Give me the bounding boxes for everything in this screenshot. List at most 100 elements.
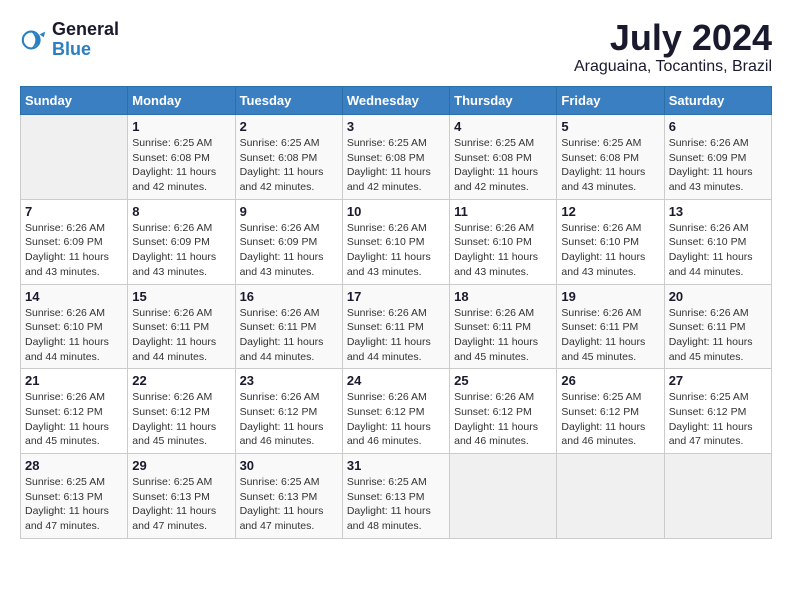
- calendar-body: 1Sunrise: 6:25 AM Sunset: 6:08 PM Daylig…: [21, 115, 772, 539]
- day-info: Sunrise: 6:25 AM Sunset: 6:08 PM Dayligh…: [132, 136, 230, 195]
- day-number: 4: [454, 119, 552, 134]
- day-number: 10: [347, 204, 445, 219]
- day-number: 17: [347, 289, 445, 304]
- day-info: Sunrise: 6:25 AM Sunset: 6:08 PM Dayligh…: [561, 136, 659, 195]
- calendar-cell: 21 Sunrise: 6:26 AM Sunset: 6:12 PM Dayli…: [21, 369, 128, 454]
- calendar-cell: 11Sunrise: 6:26 AM Sunset: 6:10 PM Dayli…: [450, 199, 557, 284]
- day-number: 8: [132, 204, 230, 219]
- calendar-cell: 3 Sunrise: 6:25 AM Sunset: 6:08 PM Daylig…: [342, 115, 449, 200]
- day-info: Sunrise: 6:26 AM Sunset: 6:12 PM Dayligh…: [454, 390, 552, 449]
- calendar-cell: 16 Sunrise: 6:26 AM Sunset: 6:11 PM Dayli…: [235, 284, 342, 369]
- day-info: Sunrise: 6:26 AM Sunset: 6:11 PM Dayligh…: [132, 306, 230, 365]
- calendar-cell: 6 Sunrise: 6:26 AM Sunset: 6:09 PM Daylig…: [664, 115, 771, 200]
- day-info: Sunrise: 6:26 AM Sunset: 6:10 PM Dayligh…: [25, 306, 123, 365]
- header-cell-saturday: Saturday: [664, 87, 771, 115]
- day-number: 21: [25, 373, 123, 388]
- logo: General Blue: [20, 20, 119, 60]
- day-number: 24: [347, 373, 445, 388]
- day-info: Sunrise: 6:26 AM Sunset: 6:11 PM Dayligh…: [561, 306, 659, 365]
- day-number: 14: [25, 289, 123, 304]
- day-info: Sunrise: 6:25 AM Sunset: 6:08 PM Dayligh…: [347, 136, 445, 195]
- calendar-cell: 14 Sunrise: 6:26 AM Sunset: 6:10 PM Dayli…: [21, 284, 128, 369]
- day-info: Sunrise: 6:26 AM Sunset: 6:11 PM Dayligh…: [454, 306, 552, 365]
- calendar-cell: 4 Sunrise: 6:25 AM Sunset: 6:08 PM Daylig…: [450, 115, 557, 200]
- day-number: 5: [561, 119, 659, 134]
- calendar-cell: 22Sunrise: 6:26 AM Sunset: 6:12 PM Dayli…: [128, 369, 235, 454]
- calendar-cell: [664, 454, 771, 539]
- header-cell-friday: Friday: [557, 87, 664, 115]
- calendar-cell: 30 Sunrise: 6:25 AM Sunset: 6:13 PM Dayli…: [235, 454, 342, 539]
- day-number: 9: [240, 204, 338, 219]
- day-info: Sunrise: 6:26 AM Sunset: 6:12 PM Dayligh…: [347, 390, 445, 449]
- day-info: Sunrise: 6:25 AM Sunset: 6:08 PM Dayligh…: [454, 136, 552, 195]
- header-row: SundayMondayTuesdayWednesdayThursdayFrid…: [21, 87, 772, 115]
- week-row-2: 7 Sunrise: 6:26 AM Sunset: 6:09 PM Daylig…: [21, 199, 772, 284]
- calendar-cell: 18Sunrise: 6:26 AM Sunset: 6:11 PM Dayli…: [450, 284, 557, 369]
- day-info: Sunrise: 6:26 AM Sunset: 6:09 PM Dayligh…: [25, 221, 123, 280]
- day-info: Sunrise: 6:26 AM Sunset: 6:10 PM Dayligh…: [669, 221, 767, 280]
- calendar-cell: [450, 454, 557, 539]
- calendar-cell: 24 Sunrise: 6:26 AM Sunset: 6:12 PM Dayli…: [342, 369, 449, 454]
- day-number: 26: [561, 373, 659, 388]
- day-number: 30: [240, 458, 338, 473]
- calendar-cell: 17 Sunrise: 6:26 AM Sunset: 6:11 PM Dayli…: [342, 284, 449, 369]
- calendar-cell: 8 Sunrise: 6:26 AM Sunset: 6:09 PM Daylig…: [128, 199, 235, 284]
- day-number: 11: [454, 204, 552, 219]
- calendar-cell: 29 Sunrise: 6:25 AM Sunset: 6:13 PM Dayli…: [128, 454, 235, 539]
- day-info: Sunrise: 6:26 AM Sunset: 6:09 PM Dayligh…: [132, 221, 230, 280]
- day-number: 6: [669, 119, 767, 134]
- day-number: 13: [669, 204, 767, 219]
- day-info: Sunrise: 6:26 AM Sunset: 6:09 PM Dayligh…: [669, 136, 767, 195]
- day-info: Sunrise: 6:25 AM Sunset: 6:13 PM Dayligh…: [132, 475, 230, 534]
- day-number: 23: [240, 373, 338, 388]
- calendar-cell: 13 Sunrise: 6:26 AM Sunset: 6:10 PM Dayli…: [664, 199, 771, 284]
- calendar-cell: 7 Sunrise: 6:26 AM Sunset: 6:09 PM Daylig…: [21, 199, 128, 284]
- day-info: Sunrise: 6:25 AM Sunset: 6:13 PM Dayligh…: [347, 475, 445, 534]
- week-row-5: 28 Sunrise: 6:25 AM Sunset: 6:13 PM Dayli…: [21, 454, 772, 539]
- header-cell-monday: Monday: [128, 87, 235, 115]
- day-number: 22: [132, 373, 230, 388]
- week-row-1: 1Sunrise: 6:25 AM Sunset: 6:08 PM Daylig…: [21, 115, 772, 200]
- day-number: 19: [561, 289, 659, 304]
- logo-text: General Blue: [52, 20, 119, 60]
- day-info: Sunrise: 6:26 AM Sunset: 6:11 PM Dayligh…: [347, 306, 445, 365]
- day-info: Sunrise: 6:25 AM Sunset: 6:13 PM Dayligh…: [240, 475, 338, 534]
- title-block: July 2024 Araguaina, Tocantins, Brazil: [574, 20, 772, 76]
- calendar-cell: 31 Sunrise: 6:25 AM Sunset: 6:13 PM Dayli…: [342, 454, 449, 539]
- calendar-cell: 9Sunrise: 6:26 AM Sunset: 6:09 PM Daylig…: [235, 199, 342, 284]
- calendar-cell: 12Sunrise: 6:26 AM Sunset: 6:10 PM Dayli…: [557, 199, 664, 284]
- day-number: 7: [25, 204, 123, 219]
- day-info: Sunrise: 6:26 AM Sunset: 6:11 PM Dayligh…: [240, 306, 338, 365]
- logo-icon: [20, 26, 48, 54]
- page-header: General Blue July 2024 Araguaina, Tocant…: [20, 20, 772, 76]
- calendar-table: SundayMondayTuesdayWednesdayThursdayFrid…: [20, 86, 772, 539]
- calendar-cell: [557, 454, 664, 539]
- day-info: Sunrise: 6:26 AM Sunset: 6:11 PM Dayligh…: [669, 306, 767, 365]
- day-number: 16: [240, 289, 338, 304]
- week-row-3: 14 Sunrise: 6:26 AM Sunset: 6:10 PM Dayli…: [21, 284, 772, 369]
- day-info: Sunrise: 6:25 AM Sunset: 6:08 PM Dayligh…: [240, 136, 338, 195]
- day-number: 20: [669, 289, 767, 304]
- day-number: 31: [347, 458, 445, 473]
- header-cell-sunday: Sunday: [21, 87, 128, 115]
- day-info: Sunrise: 6:26 AM Sunset: 6:12 PM Dayligh…: [25, 390, 123, 449]
- header-cell-thursday: Thursday: [450, 87, 557, 115]
- day-number: 29: [132, 458, 230, 473]
- calendar-cell: 27 Sunrise: 6:25 AM Sunset: 6:12 PM Dayli…: [664, 369, 771, 454]
- day-info: Sunrise: 6:25 AM Sunset: 6:12 PM Dayligh…: [669, 390, 767, 449]
- calendar-cell: 26 Sunrise: 6:25 AM Sunset: 6:12 PM Dayli…: [557, 369, 664, 454]
- day-number: 28: [25, 458, 123, 473]
- day-number: 2: [240, 119, 338, 134]
- day-info: Sunrise: 6:26 AM Sunset: 6:12 PM Dayligh…: [240, 390, 338, 449]
- calendar-cell: 28 Sunrise: 6:25 AM Sunset: 6:13 PM Dayli…: [21, 454, 128, 539]
- day-number: 3: [347, 119, 445, 134]
- calendar-cell: 23 Sunrise: 6:26 AM Sunset: 6:12 PM Dayli…: [235, 369, 342, 454]
- day-number: 27: [669, 373, 767, 388]
- day-info: Sunrise: 6:25 AM Sunset: 6:12 PM Dayligh…: [561, 390, 659, 449]
- month-title: July 2024: [574, 20, 772, 56]
- calendar-cell: 19 Sunrise: 6:26 AM Sunset: 6:11 PM Dayli…: [557, 284, 664, 369]
- header-cell-tuesday: Tuesday: [235, 87, 342, 115]
- day-info: Sunrise: 6:25 AM Sunset: 6:13 PM Dayligh…: [25, 475, 123, 534]
- day-number: 25: [454, 373, 552, 388]
- calendar-cell: 10Sunrise: 6:26 AM Sunset: 6:10 PM Dayli…: [342, 199, 449, 284]
